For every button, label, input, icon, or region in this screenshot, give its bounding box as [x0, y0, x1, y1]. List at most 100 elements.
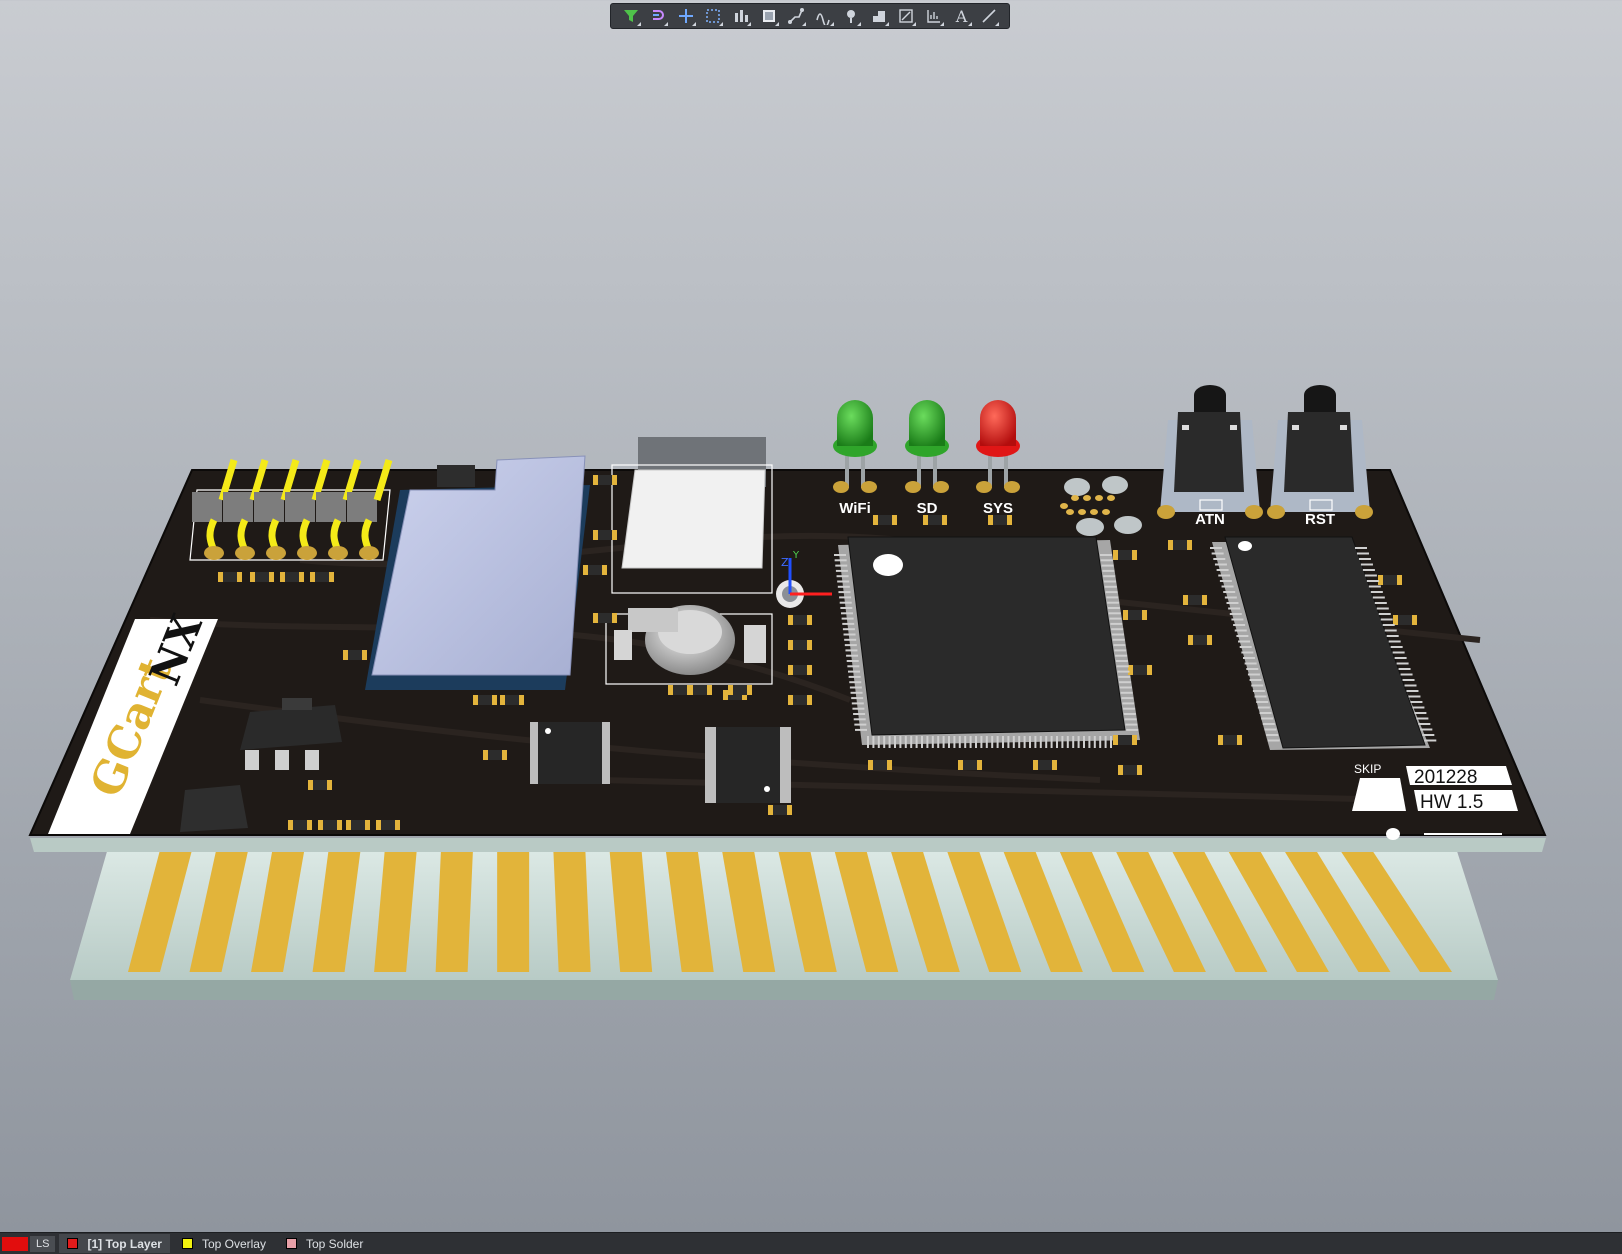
route-icon[interactable] — [785, 5, 807, 27]
smd-part — [483, 750, 507, 760]
button-label: ATN — [1195, 511, 1225, 528]
layer-label: Top Overlay — [201, 1236, 266, 1251]
soic-chip-2 — [705, 727, 791, 803]
layer-label: Top Solder — [305, 1236, 364, 1251]
view-toolbar: A — [610, 3, 1010, 29]
text-icon[interactable]: A — [951, 5, 973, 27]
smd-part — [1183, 595, 1207, 605]
smd-part — [343, 650, 367, 660]
gold-finger — [497, 850, 530, 972]
smd-part — [868, 760, 892, 770]
interactive-route-icon[interactable] — [813, 5, 835, 27]
axis-z-label: Z — [781, 556, 789, 569]
layer-label: [1] Top Layer — [87, 1236, 162, 1251]
smd-part — [593, 475, 617, 485]
smd-part — [473, 695, 497, 705]
layer-tab-top-layer[interactable]: [1] Top Layer — [59, 1234, 170, 1253]
component-icon[interactable] — [758, 5, 780, 27]
layer-swatch — [285, 1238, 297, 1249]
smd-part — [1168, 540, 1192, 550]
skip-label: SKIP — [1354, 762, 1381, 776]
button-rst: RST — [1267, 385, 1373, 528]
smd-part — [1393, 615, 1417, 625]
smd-part — [288, 820, 312, 830]
header-housing — [223, 492, 253, 522]
smd-part — [1033, 760, 1057, 770]
smd-part — [1113, 550, 1137, 560]
smd-part — [308, 780, 332, 790]
active-layer-swatch — [2, 1236, 28, 1251]
led-label: SYS — [983, 500, 1013, 517]
layer-swatch — [67, 1238, 79, 1249]
select-rect-icon[interactable] — [702, 5, 724, 27]
smd-part — [768, 805, 792, 815]
line-icon[interactable] — [978, 5, 1000, 27]
smd-part — [988, 515, 1012, 525]
header-pad — [328, 546, 348, 560]
smd-part — [318, 820, 342, 830]
led-label: WiFi — [839, 500, 871, 517]
polygon-icon[interactable] — [868, 5, 890, 27]
status-bar: LS [1] Top Layer Top Overlay Top Solder — [0, 1232, 1622, 1254]
smd-part — [1128, 665, 1152, 675]
led-group: WiFi SD SYS — [833, 400, 1020, 517]
smd-part — [788, 695, 812, 705]
smd-part — [280, 572, 304, 582]
smd-part — [346, 820, 370, 830]
layer-swatch — [181, 1238, 193, 1249]
header-pad — [297, 546, 317, 560]
button-atn: ATN — [1157, 385, 1263, 528]
place-pad-icon[interactable] — [840, 5, 862, 27]
smd-part — [788, 640, 812, 650]
smd-part — [310, 572, 334, 582]
date-code: 201228 — [1414, 767, 1477, 788]
smd-part — [1113, 735, 1137, 745]
header-housing — [285, 492, 315, 522]
smd-part — [593, 530, 617, 540]
layer-tab-top-solder[interactable]: Top Solder — [278, 1234, 371, 1253]
cpld-chip — [838, 536, 1140, 745]
smd-part — [728, 685, 752, 695]
snap-icon[interactable] — [647, 5, 669, 27]
header-housing — [316, 492, 346, 522]
edge-connector — [70, 848, 1498, 1000]
header-pad — [204, 546, 224, 560]
header-housing — [347, 492, 377, 522]
smd-part — [1218, 735, 1242, 745]
smd-part — [688, 685, 712, 695]
smd-part — [873, 515, 897, 525]
gold-finger — [553, 850, 591, 972]
header-pad — [235, 546, 255, 560]
pcb-3d-viewport[interactable]: GCart NX Sa 1e WiFiSDSYS ATNRST — [0, 32, 1622, 1232]
smd-part — [250, 572, 274, 582]
smd-part — [788, 665, 812, 675]
header-housing — [192, 492, 222, 522]
smd-part — [218, 572, 242, 582]
gold-finger — [435, 850, 473, 972]
smd-part — [923, 515, 947, 525]
axis-y-label: Y — [792, 550, 800, 561]
smd-part — [376, 820, 400, 830]
led-wifi: WiFi — [833, 400, 877, 517]
dimension-icon[interactable] — [895, 5, 917, 27]
smd-part — [1188, 635, 1212, 645]
layer-set-selector[interactable]: LS — [0, 1233, 56, 1254]
chart-icon[interactable] — [923, 5, 945, 27]
smd-part — [1123, 610, 1147, 620]
smd-part — [788, 615, 812, 625]
layer-tab-top-overlay[interactable]: Top Overlay — [174, 1234, 274, 1253]
smd-part — [593, 613, 617, 623]
hw-version: HW 1.5 — [1420, 792, 1483, 813]
button-label: RST — [1305, 511, 1335, 528]
header-housing — [254, 492, 284, 522]
header-pad — [359, 546, 379, 560]
add-icon[interactable] — [675, 5, 697, 27]
filter-icon[interactable] — [620, 5, 642, 27]
soic-chip-1 — [530, 722, 610, 784]
smd-part — [583, 565, 607, 575]
smd-part — [500, 695, 524, 705]
smd-part — [1118, 765, 1142, 775]
header-pad — [266, 546, 286, 560]
led-label: SD — [917, 500, 938, 517]
align-icon[interactable] — [730, 5, 752, 27]
